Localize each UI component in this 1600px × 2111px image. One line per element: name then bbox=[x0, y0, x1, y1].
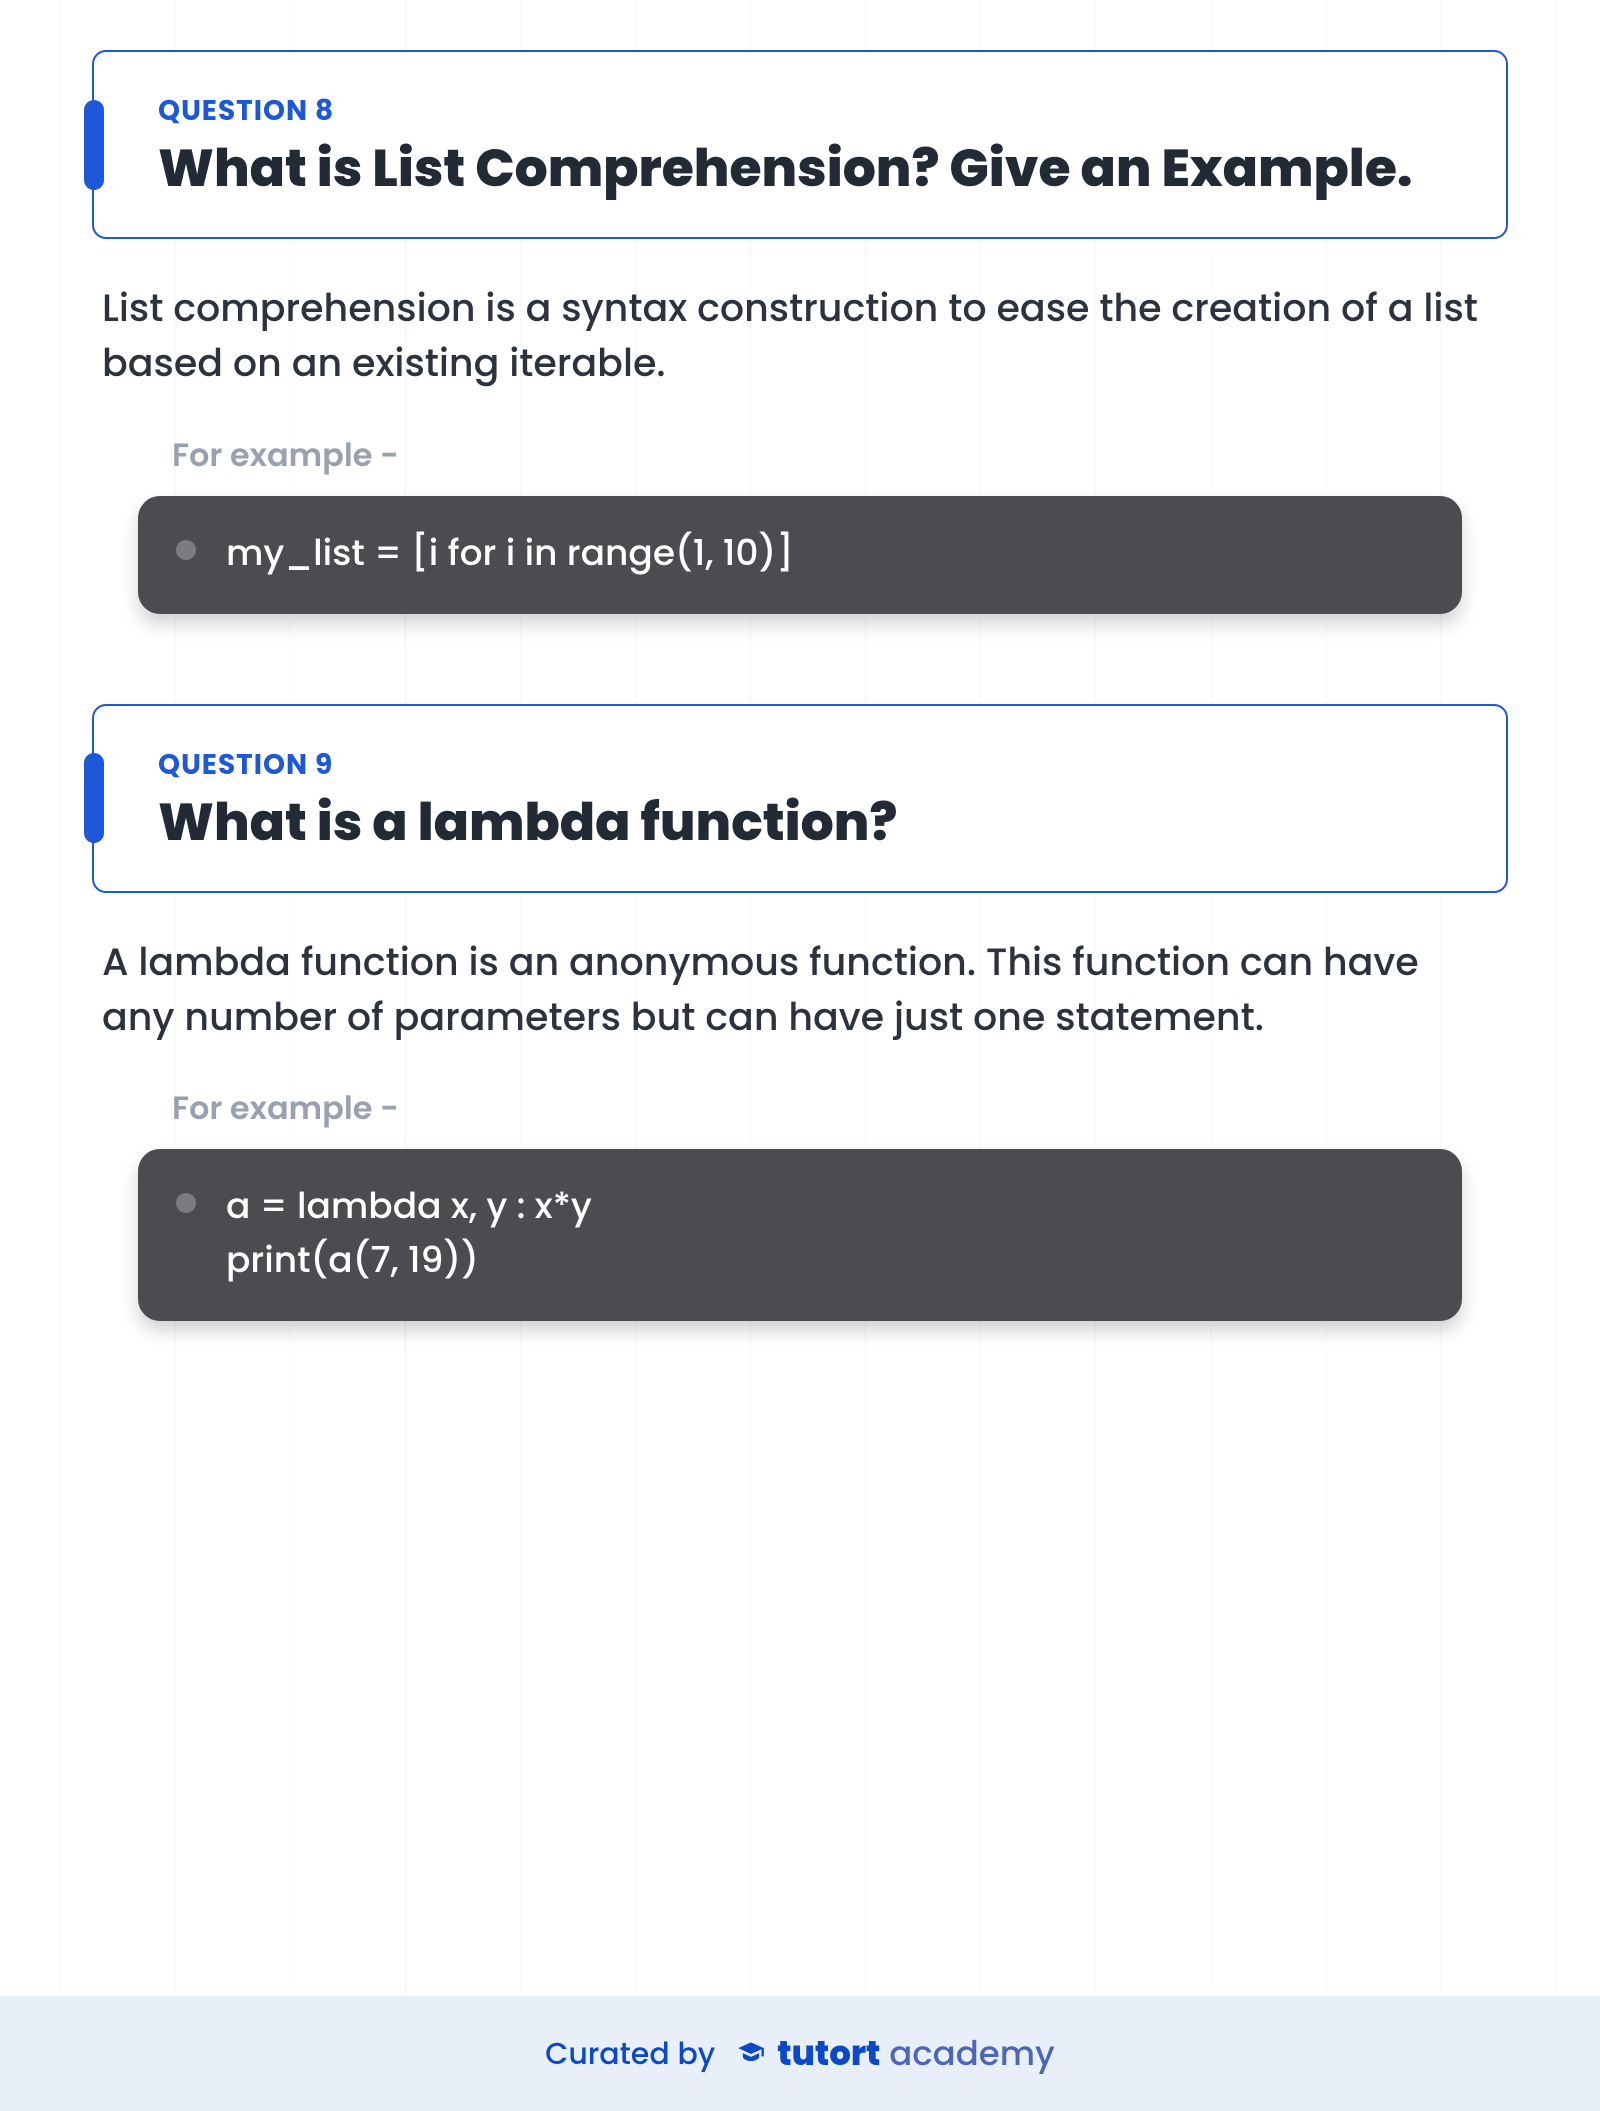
brand: tutort academy bbox=[737, 2028, 1055, 2079]
question-title: What is a lambda function? bbox=[158, 792, 1454, 853]
question-label: QUESTION 8 bbox=[158, 90, 1454, 132]
example-label: For example - bbox=[172, 1085, 1498, 1133]
graduation-cap-icon bbox=[737, 2040, 765, 2068]
card-side-tab bbox=[84, 753, 104, 843]
answer-text: List comprehension is a syntax construct… bbox=[102, 281, 1498, 391]
qa-section: QUESTION 9 What is a lambda function? A … bbox=[92, 704, 1508, 1322]
question-title: What is List Comprehension? Give an Exam… bbox=[158, 138, 1454, 199]
example-block: For example - a = lambda x, y : x*y prin… bbox=[92, 1085, 1508, 1321]
question-label: QUESTION 9 bbox=[158, 744, 1454, 786]
example-label: For example - bbox=[172, 432, 1498, 480]
code-box: my_list = [i for i in range(1, 10)] bbox=[138, 496, 1462, 614]
code-text: my_list = [i for i in range(1, 10)] bbox=[226, 526, 794, 580]
answer-text: A lambda function is an anonymous functi… bbox=[102, 935, 1498, 1045]
footer: Curated by tutort academy bbox=[0, 1996, 1600, 2111]
qa-section: QUESTION 8 What is List Comprehension? G… bbox=[92, 50, 1508, 614]
question-card: QUESTION 9 What is a lambda function? bbox=[92, 704, 1508, 893]
code-bullet-icon bbox=[176, 540, 196, 560]
page-container: QUESTION 8 What is List Comprehension? G… bbox=[0, 0, 1600, 2111]
example-block: For example - my_list = [i for i in rang… bbox=[92, 432, 1508, 614]
code-box: a = lambda x, y : x*y print(a(7, 19)) bbox=[138, 1149, 1462, 1321]
brand-text: tutort academy bbox=[777, 2028, 1055, 2079]
code-bullet-icon bbox=[176, 1193, 196, 1213]
curated-by-text: Curated by bbox=[545, 2031, 715, 2077]
card-side-tab bbox=[84, 100, 104, 190]
question-card: QUESTION 8 What is List Comprehension? G… bbox=[92, 50, 1508, 239]
brand-light: academy bbox=[880, 2029, 1055, 2077]
brand-strong: tutort bbox=[777, 2029, 880, 2077]
code-text: a = lambda x, y : x*y print(a(7, 19)) bbox=[226, 1179, 592, 1287]
